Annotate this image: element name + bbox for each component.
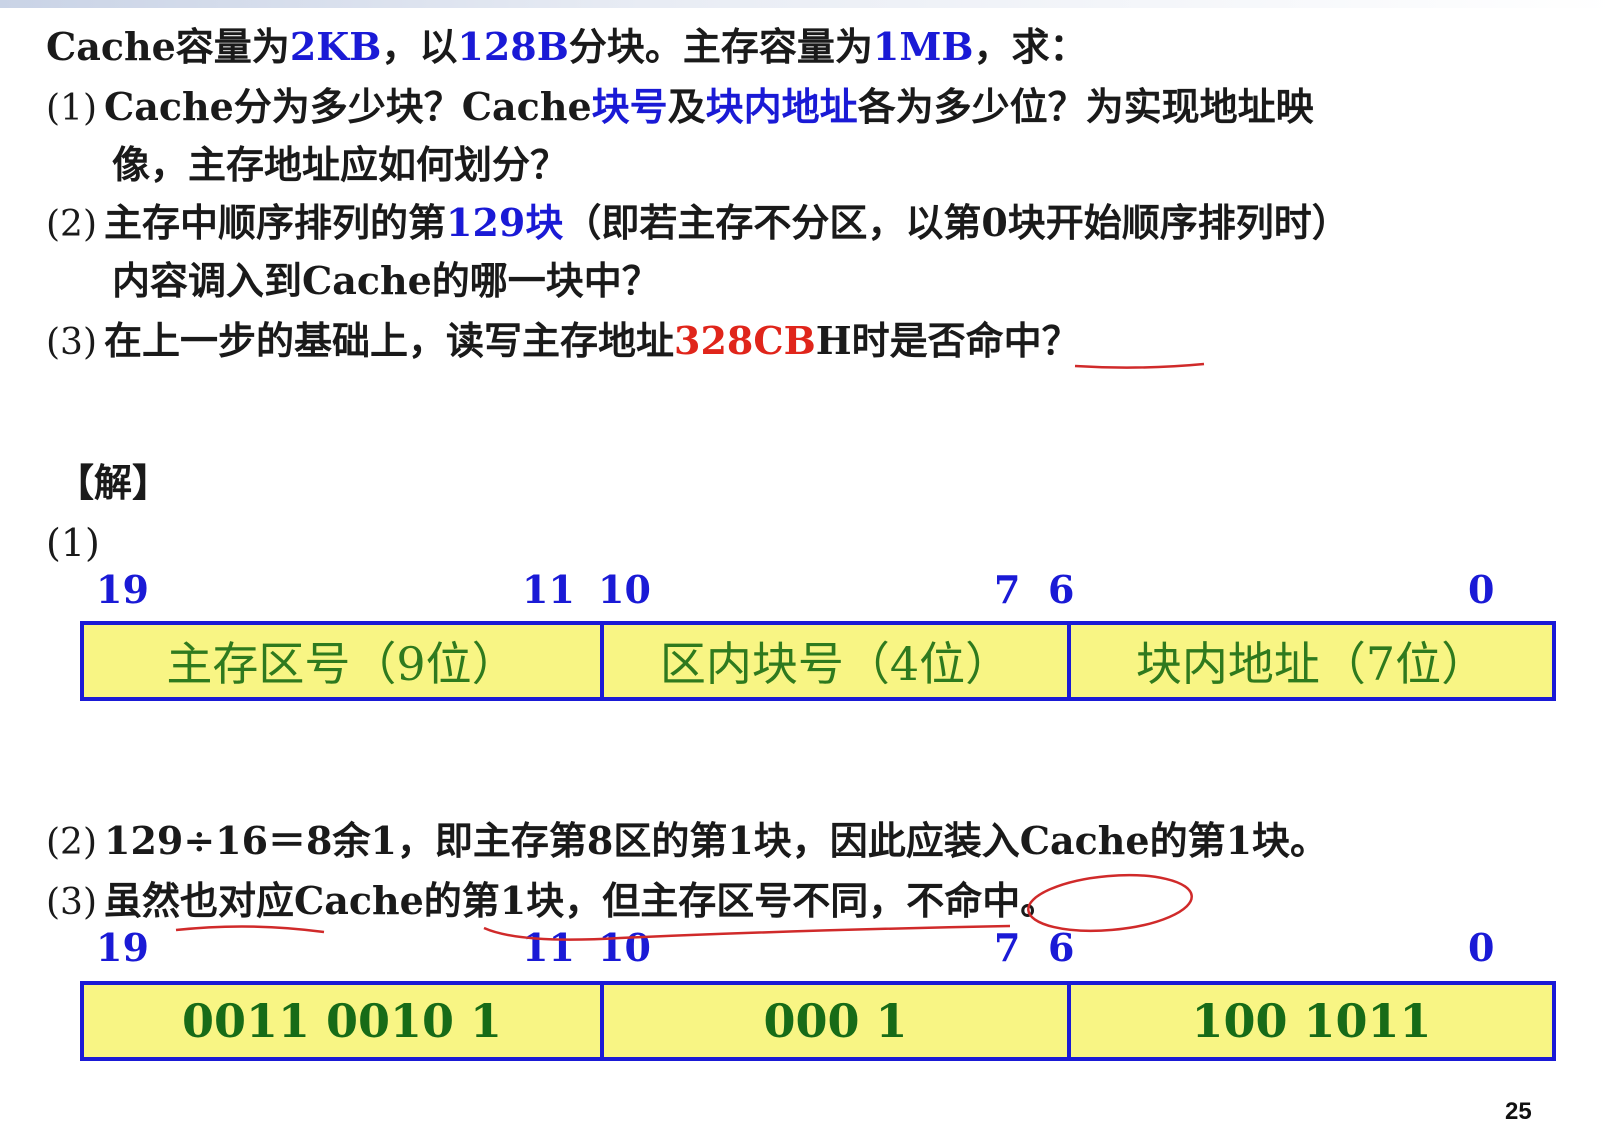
q3-text-d: 时是否命中？	[851, 318, 1080, 363]
bit-11-label: 11	[522, 567, 575, 612]
bit-7-label: 7	[994, 567, 1021, 612]
question-1: (1) Cache分为多少块？Cache块号及块内地址各为多少位？为实现地址映	[46, 84, 1314, 132]
bit-0-label-2: 0	[1468, 925, 1495, 970]
address-value-bar: 0011 0010 1 000 1 100 1011	[80, 981, 1556, 1061]
intro-text-a: Cache容量为	[46, 24, 290, 69]
q1-number: (1)	[46, 88, 97, 129]
value-block-in-region: 000 1	[604, 985, 1071, 1057]
underline-corresponding	[175, 925, 325, 934]
bit-11-label-2: 11	[522, 925, 575, 970]
intro-text-e: 分块。主存容量为	[568, 24, 873, 69]
slide-top-bar	[0, 0, 1617, 8]
q1-text-e: 各为多少位？为实现地址映	[857, 84, 1314, 129]
a2-text: 129÷16＝8余1，即主存第8区的第1块，因此应装入Cache的第1块。	[104, 818, 1329, 863]
bit-19-label-2: 19	[96, 925, 149, 970]
bit-6-label-2: 6	[1048, 925, 1075, 970]
bit-19-label: 19	[96, 567, 149, 612]
address-format-bar: 主存区号（9位） 区内块号（4位） 块内地址（7位）	[80, 621, 1556, 701]
intro-text-g: ，求：	[973, 24, 1088, 69]
q1-text-a: Cache分为多少块？Cache	[104, 84, 592, 129]
field-region-number: 主存区号（9位）	[84, 625, 604, 697]
field-block-offset: 块内地址（7位）	[1135, 637, 1488, 691]
q3-address-suffix: H	[815, 318, 852, 363]
memory-size: 1MB	[872, 24, 974, 69]
q1-block-number: 块号	[591, 84, 668, 129]
question-intro: Cache容量为2KB，以128B分块。主存容量为1MB，求：	[46, 24, 1088, 70]
value-block-offset: 100 1011	[1191, 994, 1432, 1048]
value-region-number: 0011 0010 1	[84, 985, 604, 1057]
page-number: 25	[1505, 1098, 1532, 1125]
q2-text-c: （即若主存不分区，以第0块开始顺序排列时）	[563, 200, 1350, 245]
q3-address: 328CB	[674, 318, 816, 363]
question-2: (2) 主存中顺序排列的第129块（即若主存不分区，以第0块开始顺序排列时）	[46, 200, 1350, 248]
q3-number: (3)	[46, 322, 97, 363]
a3-text: 虽然也对应Cache的第1块，但主存区号不同，不命中。	[104, 878, 1059, 923]
bit-10-label-2: 10	[598, 925, 651, 970]
intro-text-c: ，以	[381, 24, 458, 69]
answer-2: (2) 129÷16＝8余1，即主存第8区的第1块，因此应装入Cache的第1块。	[46, 818, 1328, 866]
q2-number: (2)	[46, 204, 97, 245]
q1-block-offset: 块内地址	[705, 84, 858, 129]
bit-0-label: 0	[1468, 567, 1495, 612]
bit-7-label-2: 7	[994, 925, 1021, 970]
underline-hit	[1074, 362, 1205, 369]
q2-text-a: 主存中顺序排列的第	[104, 200, 447, 245]
q1-text-c: 及	[667, 84, 706, 129]
block-size: 128B	[457, 24, 569, 69]
solution-header: 【解】	[56, 460, 171, 505]
bit-6-label: 6	[1048, 567, 1075, 612]
question-3: (3) 在上一步的基础上，读写主存地址328CBH时是否命中？	[46, 318, 1080, 366]
question-2-continued: 内容调入到Cache的哪一块中？	[112, 258, 660, 303]
answer-3: (3) 虽然也对应Cache的第1块，但主存区号不同，不命中。	[46, 878, 1058, 926]
a3-number: (3)	[46, 882, 97, 923]
a2-number: (2)	[46, 822, 97, 863]
solution-part-1: (1)	[46, 521, 100, 565]
bit-10-label: 10	[598, 567, 651, 612]
question-1-continued: 像，主存地址应如何划分？	[112, 142, 569, 187]
q3-text-a: 在上一步的基础上，读写主存地址	[104, 318, 675, 363]
cache-size: 2KB	[289, 24, 382, 69]
field-block-in-region: 区内块号（4位）	[604, 625, 1071, 697]
q2-block-129: 129块	[446, 200, 564, 245]
